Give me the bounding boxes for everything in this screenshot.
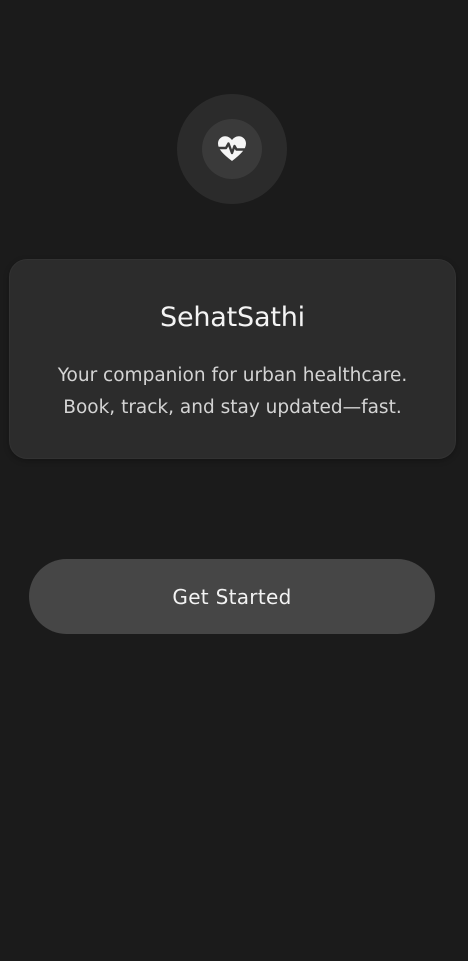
tagline: Your companion for urban healthcare. Boo…	[10, 360, 455, 424]
welcome-screen: SehatSathi Your companion for urban heal…	[0, 0, 468, 961]
app-title: SehatSathi	[160, 302, 305, 333]
intro-card: SehatSathi Your companion for urban heal…	[9, 259, 456, 459]
get-started-button[interactable]: Get Started	[29, 559, 435, 634]
heart-pulse-icon	[217, 136, 247, 161]
tagline-line-2: Book, track, and stay updated—fast.	[63, 397, 402, 418]
tagline-line-1: Your companion for urban healthcare.	[57, 365, 408, 386]
logo-badge	[202, 119, 262, 179]
app-logo	[177, 94, 287, 204]
